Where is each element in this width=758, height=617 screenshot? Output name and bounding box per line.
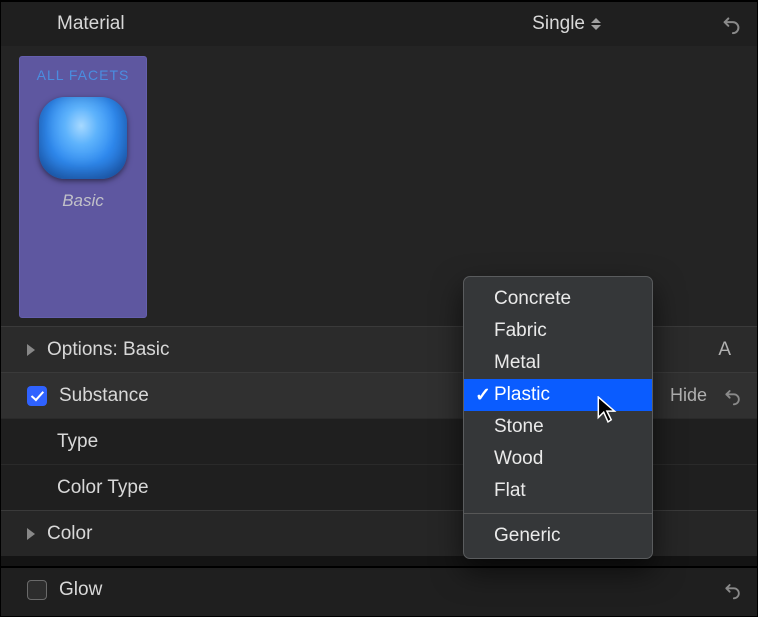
facet-tile-all[interactable]: ALL FACETS Basic (19, 56, 147, 318)
popup-item-flat[interactable]: Flat (464, 475, 652, 507)
popup-item-label: Metal (494, 352, 540, 374)
undo-icon[interactable] (723, 386, 743, 406)
substance-popup-menu: Concrete Fabric Metal ✓ Plastic Stone Wo… (463, 276, 653, 559)
popup-item-label: Stone (494, 416, 544, 438)
popup-item-fabric[interactable]: Fabric (464, 315, 652, 347)
popup-item-label: Generic (494, 525, 561, 547)
popup-item-label: Concrete (494, 288, 571, 310)
facet-tile-header: ALL FACETS (37, 67, 130, 83)
popup-separator (464, 513, 652, 514)
popup-item-metal[interactable]: Metal (464, 347, 652, 379)
check-icon: ✓ (472, 384, 494, 407)
popup-item-label: Flat (494, 480, 526, 502)
material-header-row: Material Single (1, 2, 757, 46)
undo-icon[interactable] (723, 580, 743, 600)
material-swatch-icon (39, 97, 127, 179)
popup-item-label: Wood (494, 448, 543, 470)
popup-item-wood[interactable]: Wood (464, 443, 652, 475)
undo-icon[interactable] (721, 13, 743, 35)
popup-item-plastic[interactable]: ✓ Plastic (464, 379, 652, 411)
disclosure-triangle-icon[interactable] (27, 528, 35, 540)
material-mode-label: Single (532, 13, 585, 35)
popup-item-label: Fabric (494, 320, 547, 342)
glow-row: Glow (1, 566, 757, 612)
glow-label: Glow (59, 579, 723, 601)
popup-item-label: Plastic (494, 384, 550, 406)
material-title: Material (57, 13, 532, 35)
substance-checkbox[interactable] (27, 386, 47, 406)
material-mode-select[interactable]: Single (532, 13, 601, 35)
up-down-icon (591, 18, 601, 30)
glow-checkbox[interactable] (27, 580, 47, 600)
popup-item-stone[interactable]: Stone (464, 411, 652, 443)
popup-item-generic[interactable]: Generic (464, 520, 652, 552)
popup-item-concrete[interactable]: Concrete (464, 283, 652, 315)
add-layer-label[interactable]: A (718, 339, 731, 361)
disclosure-triangle-icon[interactable] (27, 344, 35, 356)
facet-material-name: Basic (62, 191, 104, 211)
hide-button[interactable]: Hide (670, 385, 707, 406)
